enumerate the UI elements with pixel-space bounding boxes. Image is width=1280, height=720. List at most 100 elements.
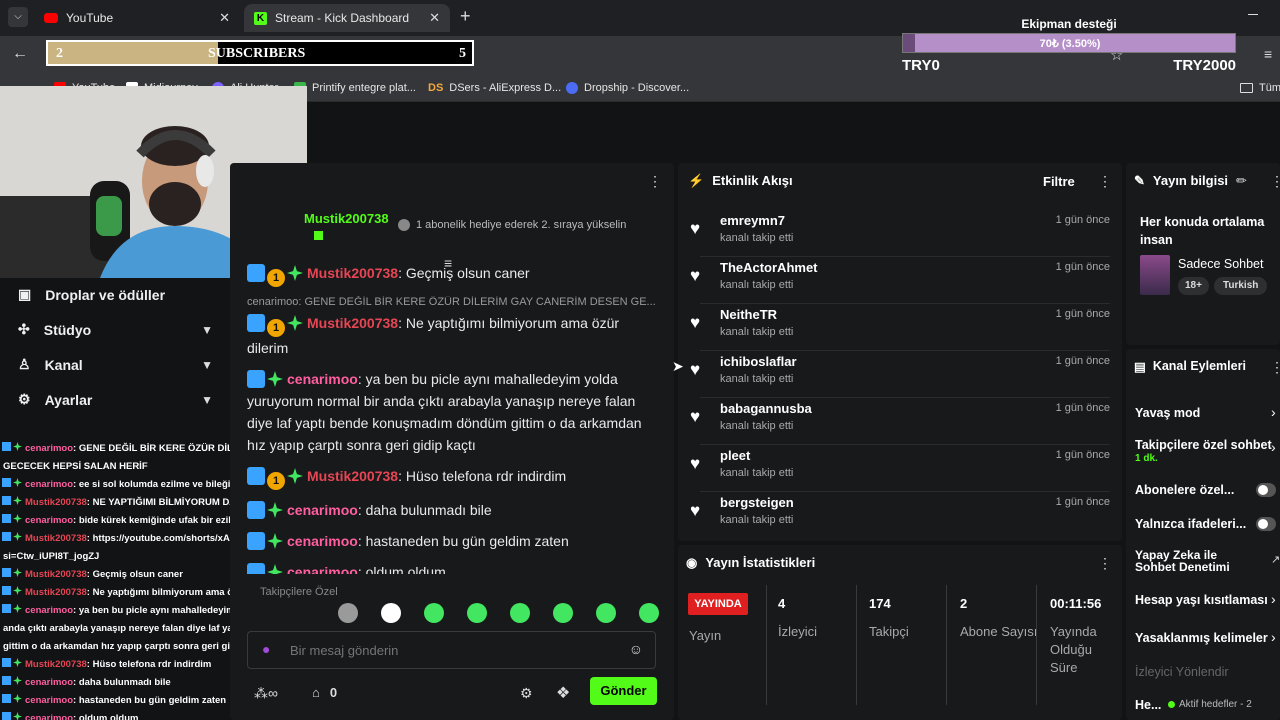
back-arrow-icon[interactable]: ← xyxy=(12,45,28,63)
account-age-row[interactable]: Hesap yaşı kısıtlaması xyxy=(1135,593,1271,607)
overlay-username: Mustik200738 xyxy=(25,587,87,598)
action-label: Yasaklanmış kelimeler xyxy=(1135,631,1268,645)
chat-username[interactable]: Mustik200738 xyxy=(307,265,398,281)
bookmark-dropship[interactable]: Dropship - Discover... xyxy=(566,82,689,94)
activity-item[interactable]: ♥ NeitheTR kanalı takip etti 1 gün önce xyxy=(690,307,1110,354)
activity-item[interactable]: ♥ TheActorAhmet kanalı takip etti 1 gün önc… xyxy=(690,260,1110,307)
chat-menu-icon[interactable]: ⋮ xyxy=(648,173,662,190)
stat-label: İzleyici xyxy=(778,624,818,639)
stat-value: 174 xyxy=(869,596,891,611)
bookmark-printify[interactable]: Printify entegre plat... xyxy=(294,82,416,94)
pinned-user[interactable]: Mustik200738 xyxy=(304,211,389,226)
extensions-icon[interactable]: ≡ xyxy=(1264,46,1272,62)
chat-badge-icon xyxy=(2,496,11,505)
tag-turkish[interactable]: Turkish xyxy=(1214,277,1268,295)
activity-item[interactable]: ♥ babagannusba kanalı takip etti 1 gün önce xyxy=(690,401,1110,448)
activity-item[interactable]: ♥ ichiboslaflar kanalı takip etti 1 gün önc… xyxy=(690,354,1110,401)
stats-menu-icon[interactable]: ⋮ xyxy=(1098,555,1112,572)
stream-title: Her konuda ortalama insan xyxy=(1140,215,1265,247)
banned-words-row[interactable]: Yasaklanmış kelimeler xyxy=(1135,631,1271,645)
tab-kick-dashboard[interactable]: K Stream - Kick Dashboard ✕ xyxy=(244,4,450,32)
chat-username[interactable]: cenarimoo xyxy=(287,502,358,518)
followers-only-row[interactable]: Takipçilere özel sohbet xyxy=(1135,438,1280,452)
stat-value: 4 xyxy=(778,596,786,611)
activity-username[interactable]: pleet xyxy=(720,448,750,463)
stat-value: 00:11:56 xyxy=(1050,596,1102,611)
verified-badge-icon xyxy=(287,315,303,331)
sidebar-item-settings[interactable]: ⚙ Ayarlar ▼ xyxy=(18,391,213,408)
activity-item[interactable]: ♥ emreymn7 kanalı takip etti 1 gün önce xyxy=(690,213,1110,260)
activity-time: 1 gün önce xyxy=(1055,261,1110,273)
new-tab-button[interactable]: + xyxy=(460,6,471,27)
filter-button[interactable]: Filtre xyxy=(1043,174,1075,189)
stream-label: Yayın xyxy=(689,628,722,643)
chat-settings-icon[interactable]: ⚙ xyxy=(520,685,533,702)
donation-max: TRY2000 xyxy=(1173,57,1236,74)
chat-username[interactable]: cenarimoo xyxy=(287,533,358,549)
activity-username[interactable]: babagannusba xyxy=(720,401,812,416)
emote-menu-icon[interactable]: ❖ xyxy=(556,683,570,703)
activity-menu-icon[interactable]: ⋮ xyxy=(1098,173,1112,190)
emotes-only-row[interactable]: Yalnızca ifadeleri... xyxy=(1135,517,1255,531)
stream-stats-panel: ◉ Yayın İstatistikleri ⋮ YAYINDA Yayın 4 İ… xyxy=(678,545,1122,720)
close-tab-icon[interactable]: ✕ xyxy=(429,10,440,26)
emote-icon[interactable] xyxy=(424,603,444,623)
category-name[interactable]: Sadece Sohbet xyxy=(1178,257,1264,271)
sidebar-item-drops[interactable]: ▣ Droplar ve ödüller xyxy=(18,286,213,303)
activity-description: kanalı takip etti xyxy=(720,514,794,526)
send-button[interactable]: Gönder xyxy=(590,677,657,705)
emote-icon[interactable] xyxy=(553,603,573,623)
subscribers-only-toggle[interactable] xyxy=(1256,483,1276,497)
chat-message-text: : hastaneden bu gün geldim zaten xyxy=(357,533,569,549)
gift-sub-notice[interactable]: 1 abonelik hediye ederek 2. sıraya yükse… xyxy=(398,219,626,231)
sidebar-item-studio[interactable]: ✣ Stüdyo ▼ xyxy=(18,321,213,338)
chat-message-input[interactable] xyxy=(290,640,620,660)
emote-icon[interactable] xyxy=(467,603,487,623)
activity-item[interactable]: ♥ bergsteigen kanalı takip etti 1 gün önce xyxy=(690,495,1110,542)
chat-username[interactable]: Mustik200738 xyxy=(307,468,398,484)
activity-username[interactable]: NeitheTR xyxy=(720,307,777,322)
points-value: 0 xyxy=(329,685,338,700)
emote-icon[interactable] xyxy=(510,603,530,623)
activity-username[interactable]: bergsteigen xyxy=(720,495,794,510)
activity-username[interactable]: TheActorAhmet xyxy=(720,260,818,275)
heart-icon: ♥ xyxy=(690,454,701,473)
chat-username[interactable]: cenarimoo xyxy=(287,371,358,387)
emote-icon[interactable] xyxy=(381,603,401,623)
bookmark-dsers[interactable]: DS DSers - AliExpress D... xyxy=(428,82,561,94)
channel-points[interactable]: ⌂ 0 xyxy=(312,685,337,700)
tag-18plus[interactable]: 18+ xyxy=(1178,277,1209,295)
host-channel-row[interactable]: İzleyici Yönlendir xyxy=(1135,665,1280,679)
emoji-picker-icon[interactable]: ☺ xyxy=(629,641,643,657)
slow-mode-row[interactable]: Yavaş mod xyxy=(1135,406,1280,420)
tab-youtube[interactable]: YouTube ✕ xyxy=(34,4,240,32)
activity-username[interactable]: ichiboslaflar xyxy=(720,354,797,369)
activity-username[interactable]: emreymn7 xyxy=(720,213,785,228)
minimize-window-icon[interactable] xyxy=(1248,14,1258,15)
chat-username[interactable]: Mustik200738 xyxy=(307,315,398,331)
goals-row[interactable]: He... xyxy=(1135,698,1167,712)
tab-list-dropdown-button[interactable]: ⌵ xyxy=(8,7,28,27)
activity-list: ♥ emreymn7 kanalı takip etti 1 gün önce ♥ The… xyxy=(678,213,1122,533)
edit-pencil-icon[interactable]: ✏ xyxy=(1236,173,1247,189)
emote-icon[interactable] xyxy=(639,603,659,623)
chat-users-icon[interactable]: ⁂∞ xyxy=(254,685,278,702)
chat-badge-icon xyxy=(2,442,11,451)
all-bookmarks[interactable]: Tüm xyxy=(1240,82,1280,94)
overlay-username: cenarimoo xyxy=(25,677,74,688)
chat-input-box[interactable]: ● ☺ xyxy=(247,631,656,669)
actions-menu-icon[interactable]: ⋮ xyxy=(1270,359,1280,376)
emotes-only-toggle[interactable] xyxy=(1256,517,1276,531)
subscribers-only-row[interactable]: Abonelere özel... xyxy=(1135,483,1255,497)
info-menu-icon[interactable]: ⋮ xyxy=(1270,173,1280,190)
ai-moderation-row[interactable]: Yapay Zeka ile Sohbet Denetimi xyxy=(1135,549,1255,573)
microphone-icon[interactable]: ● xyxy=(262,641,270,657)
emote-icon[interactable] xyxy=(338,603,358,623)
close-tab-icon[interactable]: ✕ xyxy=(219,10,230,26)
emote-icon[interactable] xyxy=(596,603,616,623)
activity-item[interactable]: ♥ pleet kanalı takip etti 1 gün önce xyxy=(690,448,1110,495)
chat-username[interactable]: cenarimoo xyxy=(287,564,358,574)
studio-icon: ✣ xyxy=(18,321,30,337)
reply-preview[interactable]: cenarimoo: GENE DEĞİL BİR KERE ÖZÜR DİLE… xyxy=(247,296,657,308)
sidebar-item-channel[interactable]: ♙ Kanal ▼ xyxy=(18,356,213,373)
